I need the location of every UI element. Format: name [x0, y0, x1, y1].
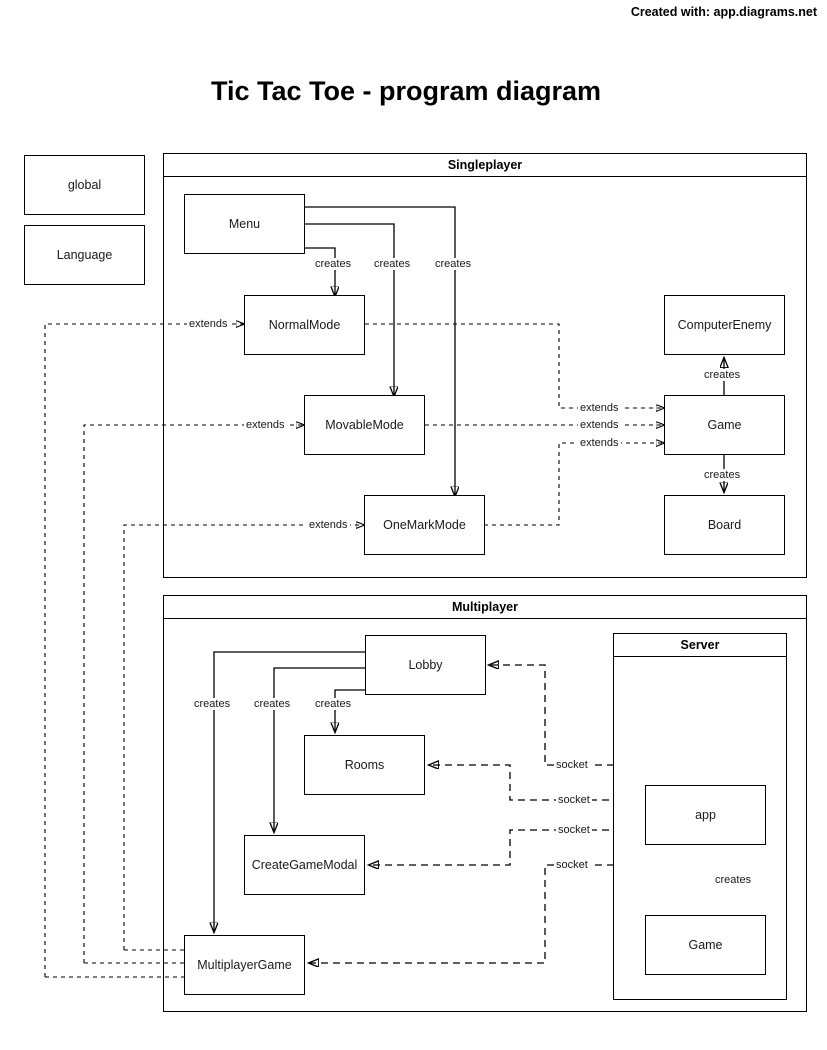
node-normalmode-label: NormalMode	[268, 318, 341, 332]
node-global[interactable]: global	[24, 155, 145, 215]
node-movablemode-label: MovableMode	[325, 418, 404, 432]
node-board-label: Board	[707, 518, 742, 532]
node-menu-label: Menu	[228, 217, 261, 231]
node-game-server[interactable]: Game	[645, 915, 766, 975]
node-game-singleplayer[interactable]: Game	[664, 395, 785, 455]
diagram-canvas: Created with: app.diagrams.net Tic Tac T…	[0, 0, 827, 1050]
edge-label-creates-lobby-rooms: creates	[313, 698, 354, 710]
container-server-label: Server	[680, 638, 720, 652]
edge-label-creates-computerenemy: creates	[702, 369, 743, 381]
node-normalmode[interactable]: NormalMode	[244, 295, 365, 355]
edge-label-creates-lobby-creategamemodal: creates	[252, 698, 293, 710]
node-board[interactable]: Board	[664, 495, 785, 555]
node-game-server-label: Game	[688, 938, 723, 952]
edge-label-socket-rooms: socket	[556, 794, 592, 806]
container-server-title: Server	[613, 633, 787, 657]
edge-label-extends-game-1: extends	[578, 402, 621, 414]
node-lobby[interactable]: Lobby	[365, 635, 486, 695]
edge-label-creates-menu-movablemode: creates	[372, 258, 413, 270]
edge-label-extends-onemarkmode: extends	[307, 519, 350, 531]
node-rooms[interactable]: Rooms	[304, 735, 425, 795]
node-creategamemodal-label: CreateGameModal	[251, 858, 358, 872]
node-language-label: Language	[56, 248, 113, 262]
edge-label-socket-creategamemodal: socket	[556, 824, 592, 836]
node-menu[interactable]: Menu	[184, 194, 305, 254]
node-computerenemy-label: ComputerEnemy	[677, 318, 772, 332]
edge-onemarkmode-game	[484, 443, 664, 526]
edge-label-creates-menu-normalmode: creates	[313, 258, 354, 270]
edge-label-extends-game-2: extends	[578, 419, 621, 431]
node-lobby-label: Lobby	[408, 658, 443, 672]
edge-label-creates-lobby-multiplayergame: creates	[192, 698, 233, 710]
edge-menu-normalmode	[305, 247, 335, 296]
edge-app-creategamemodal	[369, 829, 645, 865]
node-computerenemy[interactable]: ComputerEnemy	[664, 295, 785, 355]
edge-label-socket-lobby: socket	[554, 759, 590, 771]
node-movablemode[interactable]: MovableMode	[304, 395, 425, 455]
node-game-singleplayer-label: Game	[707, 418, 742, 432]
node-global-label: global	[67, 178, 102, 192]
node-onemarkmode-label: OneMarkMode	[383, 518, 466, 532]
edge-lobby-rooms	[335, 689, 365, 732]
node-creategamemodal[interactable]: CreateGameModal	[244, 835, 365, 895]
node-language[interactable]: Language	[24, 225, 145, 285]
node-rooms-label: Rooms	[344, 758, 385, 772]
node-app-label: app	[695, 808, 716, 822]
edge-label-creates-board: creates	[702, 469, 743, 481]
node-multiplayergame-label: MultiplayerGame	[197, 958, 292, 972]
node-app[interactable]: app	[645, 785, 766, 845]
node-onemarkmode[interactable]: OneMarkMode	[364, 495, 485, 555]
edge-label-socket-multiplayergame: socket	[554, 859, 590, 871]
edge-label-extends-normalmode: extends	[187, 318, 230, 330]
edge-label-creates-menu-onemarkmode: creates	[433, 258, 474, 270]
edge-label-extends-movablemode: extends	[244, 419, 287, 431]
node-multiplayergame[interactable]: MultiplayerGame	[184, 935, 305, 995]
edge-label-creates-server-game: creates	[713, 874, 754, 886]
edge-label-extends-game-3: extends	[578, 437, 621, 449]
